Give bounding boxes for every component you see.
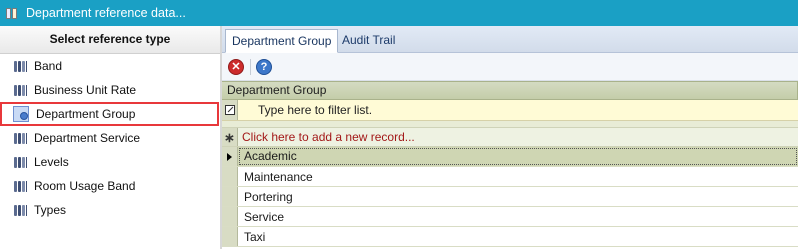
reference-item-label: Department Service (34, 131, 141, 145)
add-record-row[interactable]: ∗ Click here to add a new record... (222, 128, 798, 147)
row-header (222, 100, 238, 120)
reference-item-label: Room Usage Band (34, 179, 136, 193)
table-row[interactable]: Academic (222, 147, 798, 167)
row-header (222, 187, 238, 206)
row-header (222, 207, 238, 226)
reference-item-label: Band (34, 59, 63, 73)
reference-type-header: Select reference type (0, 26, 220, 54)
reference-item-label: Levels (34, 155, 69, 169)
reference-item-department-service[interactable]: Department Service (0, 126, 220, 150)
current-row-icon (227, 152, 232, 161)
table-cell[interactable]: Academic (238, 147, 798, 166)
department-group-grid: Department Group Type here to filter lis… (222, 81, 798, 249)
table-cell[interactable]: Taxi (238, 230, 265, 244)
database-icon (13, 83, 27, 97)
app-window: Department reference data... Select refe… (0, 0, 798, 249)
grid-column-header[interactable]: Department Group (222, 81, 798, 100)
tab-strip: Department Group Audit Trail (222, 26, 798, 53)
reference-item-room-usage-band[interactable]: Room Usage Band (0, 174, 220, 198)
table-row[interactable]: Taxi (222, 227, 798, 247)
add-record-link[interactable]: Click here to add a new record... (242, 130, 415, 144)
reference-item-department-group[interactable]: Department Group (0, 102, 219, 126)
row-header: ∗ (222, 128, 238, 146)
filter-icon (224, 105, 235, 115)
row-header (222, 167, 238, 186)
table-cell[interactable]: Service (238, 210, 284, 224)
row-header (222, 227, 238, 246)
details-pane: Department Group Audit Trail ✕ ? Departm… (222, 26, 798, 249)
reference-item-label: Types (34, 203, 67, 217)
database-icon (13, 179, 27, 193)
reference-type-list: Band Business Unit Rate Department Group… (0, 54, 220, 222)
grid-spacer (222, 121, 798, 128)
table-row[interactable]: Maintenance (222, 167, 798, 187)
reference-item-band[interactable]: Band (0, 54, 220, 78)
database-icon (13, 59, 27, 73)
filter-row[interactable]: Type here to filter list. (222, 100, 798, 121)
row-header (222, 147, 238, 166)
table-row[interactable]: Portering (222, 187, 798, 207)
database-icon (13, 203, 27, 217)
reference-item-levels[interactable]: Levels (0, 150, 220, 174)
app-icon (6, 7, 18, 20)
new-row-icon: ∗ (224, 129, 235, 145)
reference-item-label: Business Unit Rate (34, 83, 137, 97)
tab-audit-trail[interactable]: Audit Trail (336, 29, 401, 51)
database-edit-icon (13, 106, 29, 122)
database-icon (13, 155, 27, 169)
table-cell[interactable]: Maintenance (238, 170, 313, 184)
reference-type-pane: Select reference type Band Business Unit… (0, 26, 220, 249)
window-title: Department reference data... (26, 6, 186, 20)
reference-item-business-unit-rate[interactable]: Business Unit Rate (0, 78, 220, 102)
title-bar: Department reference data... (0, 0, 798, 26)
toolbar-separator (250, 58, 251, 75)
help-icon[interactable]: ? (256, 58, 272, 75)
delete-icon[interactable]: ✕ (228, 58, 244, 75)
grid-toolbar: ✕ ? (222, 53, 798, 81)
reference-item-label: Department Group (36, 107, 136, 121)
tab-department-group[interactable]: Department Group (225, 29, 339, 53)
database-icon (13, 131, 27, 145)
table-row[interactable]: Service (222, 207, 798, 227)
reference-item-types[interactable]: Types (0, 198, 220, 222)
filter-input[interactable]: Type here to filter list. (258, 103, 372, 117)
table-cell[interactable]: Portering (238, 190, 293, 204)
